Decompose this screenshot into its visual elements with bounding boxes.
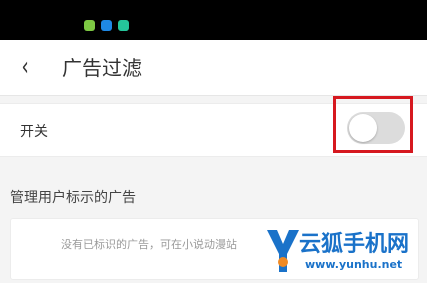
empty-state-text: 没有已标识的广告，可在小说动漫站 (61, 238, 237, 251)
highlight-frame (333, 96, 413, 153)
section-title: 管理用户标示的广告 (10, 190, 136, 206)
watermark-url: www.yunhu.net (305, 258, 403, 271)
back-chevron-icon[interactable]: ‹ (22, 52, 29, 82)
fox-logo-icon (267, 230, 299, 272)
page-title: 广告过滤 (62, 56, 142, 80)
header-bar: ‹ 广告过滤 (0, 40, 427, 96)
watermark: 云狐手机网 www.yunhu.net (265, 222, 425, 280)
watermark-title: 云狐手机网 (299, 232, 410, 257)
switch-label: 开关 (20, 124, 48, 140)
notification-green-icon (84, 20, 95, 31)
play-blue-icon (101, 20, 112, 31)
status-bar (0, 0, 427, 40)
message-teal-icon (118, 20, 129, 31)
